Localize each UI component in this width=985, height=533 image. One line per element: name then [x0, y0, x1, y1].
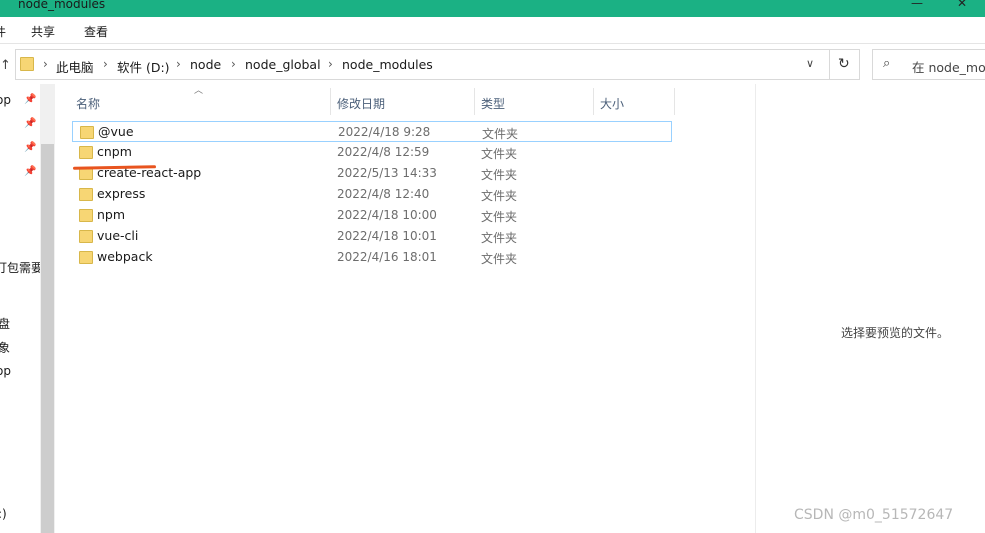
file-date: 2022/4/16 18:01: [337, 250, 437, 264]
tab-view[interactable]: 查看: [84, 23, 108, 40]
file-list: ︿ 名称 修改日期 类型 大小 @vue 2022/4/18 9:28 文件夹 …: [55, 84, 755, 533]
folder-icon: [80, 126, 94, 139]
chevron-right-icon[interactable]: ›: [103, 57, 108, 71]
nav-item[interactable]: :): [0, 507, 7, 521]
sort-ascending-icon: ︿: [194, 86, 204, 96]
breadcrumb-this-pc[interactable]: 此电脑: [56, 57, 94, 76]
file-date: 2022/4/18 9:28: [338, 125, 431, 139]
file-name: express: [97, 186, 146, 201]
file-row[interactable]: @vue 2022/4/18 9:28 文件夹: [72, 121, 672, 142]
scrollbar-thumb[interactable]: [41, 144, 54, 533]
folder-icon: [79, 230, 93, 243]
folder-icon: [79, 209, 93, 222]
file-row[interactable]: cnpm 2022/4/8 12:59 文件夹: [72, 142, 672, 163]
file-row[interactable]: express 2022/4/8 12:40 文件夹: [72, 184, 672, 205]
file-name: npm: [97, 207, 126, 222]
close-icon: ✕: [957, 0, 968, 10]
navigation-pane: op 📌 📌 📌 📌 打包需要 盘 象 op :): [0, 84, 43, 533]
chevron-down-icon[interactable]: ∨: [806, 57, 814, 70]
ribbon-tabs: 件 共享 查看: [0, 17, 985, 44]
preview-message: 选择要预览的文件。: [841, 326, 950, 340]
breadcrumb-node[interactable]: node: [190, 57, 221, 72]
minimize-button[interactable]: —: [893, 0, 939, 17]
file-type: 文件夹: [481, 252, 518, 266]
column-divider[interactable]: [593, 88, 594, 115]
folder-icon: [79, 146, 93, 159]
file-type: 文件夹: [481, 210, 518, 224]
file-type: 文件夹: [482, 127, 519, 141]
folder-icon: [79, 188, 93, 201]
nav-item[interactable]: op: [0, 93, 11, 107]
pin-icon: 📌: [24, 142, 37, 153]
up-arrow-icon[interactable]: ↑: [0, 58, 11, 73]
chevron-right-icon[interactable]: ›: [328, 57, 333, 71]
column-header-type[interactable]: 类型: [481, 95, 505, 112]
nav-item[interactable]: 盘: [0, 315, 10, 332]
address-bar[interactable]: › 此电脑 › 软件 (D:) › node › node_global › n…: [15, 49, 830, 80]
address-row: ↑ › 此电脑 › 软件 (D:) › node › node_global ›…: [0, 44, 985, 84]
search-input[interactable]: ⌕ 在 node_modu: [872, 49, 985, 80]
breadcrumb-node-modules[interactable]: node_modules: [342, 57, 433, 72]
file-date: 2022/4/18 10:01: [337, 229, 437, 243]
folder-icon: [20, 57, 34, 71]
chevron-right-icon[interactable]: ›: [43, 57, 48, 71]
file-type: 文件夹: [481, 147, 518, 161]
watermark: CSDN @m0_51572647: [794, 507, 954, 523]
tab-file[interactable]: 件: [0, 23, 6, 40]
nav-item[interactable]: 象: [0, 339, 10, 356]
pin-icon: 📌: [24, 118, 37, 129]
chevron-right-icon[interactable]: ›: [231, 57, 236, 71]
pin-icon: 📌: [24, 166, 37, 177]
window-title: node_modules: [18, 0, 106, 11]
file-date: 2022/4/8 12:40: [337, 187, 430, 201]
search-icon: ⌕: [883, 56, 891, 71]
title-bar: node_modules — ✕: [0, 0, 985, 17]
file-name: vue-cli: [97, 228, 139, 243]
search-placeholder: 在 node_modu: [912, 60, 985, 75]
file-date: 2022/4/18 10:00: [337, 208, 437, 222]
file-type: 文件夹: [481, 168, 518, 182]
column-header-size[interactable]: 大小: [600, 95, 624, 112]
close-button[interactable]: ✕: [939, 0, 985, 17]
file-row[interactable]: webpack 2022/4/16 18:01 文件夹: [72, 247, 672, 268]
file-name: @vue: [98, 124, 134, 139]
chevron-right-icon[interactable]: ›: [176, 57, 181, 71]
breadcrumb-node-global[interactable]: node_global: [245, 57, 321, 72]
file-name: cnpm: [97, 144, 132, 159]
breadcrumb-drive-d[interactable]: 软件 (D:): [117, 57, 170, 76]
column-header-date[interactable]: 修改日期: [337, 95, 385, 112]
file-type: 文件夹: [481, 231, 518, 245]
minimize-icon: —: [911, 0, 923, 10]
column-header-name[interactable]: 名称: [76, 95, 100, 112]
file-row[interactable]: create-react-app 2022/5/13 14:33 文件夹: [72, 163, 672, 184]
nav-scrollbar[interactable]: [40, 84, 55, 533]
file-row[interactable]: vue-cli 2022/4/18 10:01 文件夹: [72, 226, 672, 247]
file-type: 文件夹: [481, 189, 518, 203]
nav-item[interactable]: op: [0, 364, 11, 378]
column-divider[interactable]: [474, 88, 475, 115]
file-date: 2022/4/8 12:59: [337, 145, 430, 159]
folder-icon: [79, 251, 93, 264]
refresh-button[interactable]: ↻: [829, 49, 860, 80]
file-date: 2022/5/13 14:33: [337, 166, 437, 180]
nav-item[interactable]: 打包需要: [0, 259, 43, 276]
preview-pane: 选择要预览的文件。: [755, 84, 985, 533]
file-name: webpack: [97, 249, 153, 264]
pin-icon: 📌: [24, 94, 37, 105]
file-row[interactable]: npm 2022/4/18 10:00 文件夹: [72, 205, 672, 226]
tab-share[interactable]: 共享: [31, 23, 55, 40]
column-divider[interactable]: [674, 88, 675, 115]
refresh-icon: ↻: [838, 56, 850, 72]
column-divider[interactable]: [330, 88, 331, 115]
